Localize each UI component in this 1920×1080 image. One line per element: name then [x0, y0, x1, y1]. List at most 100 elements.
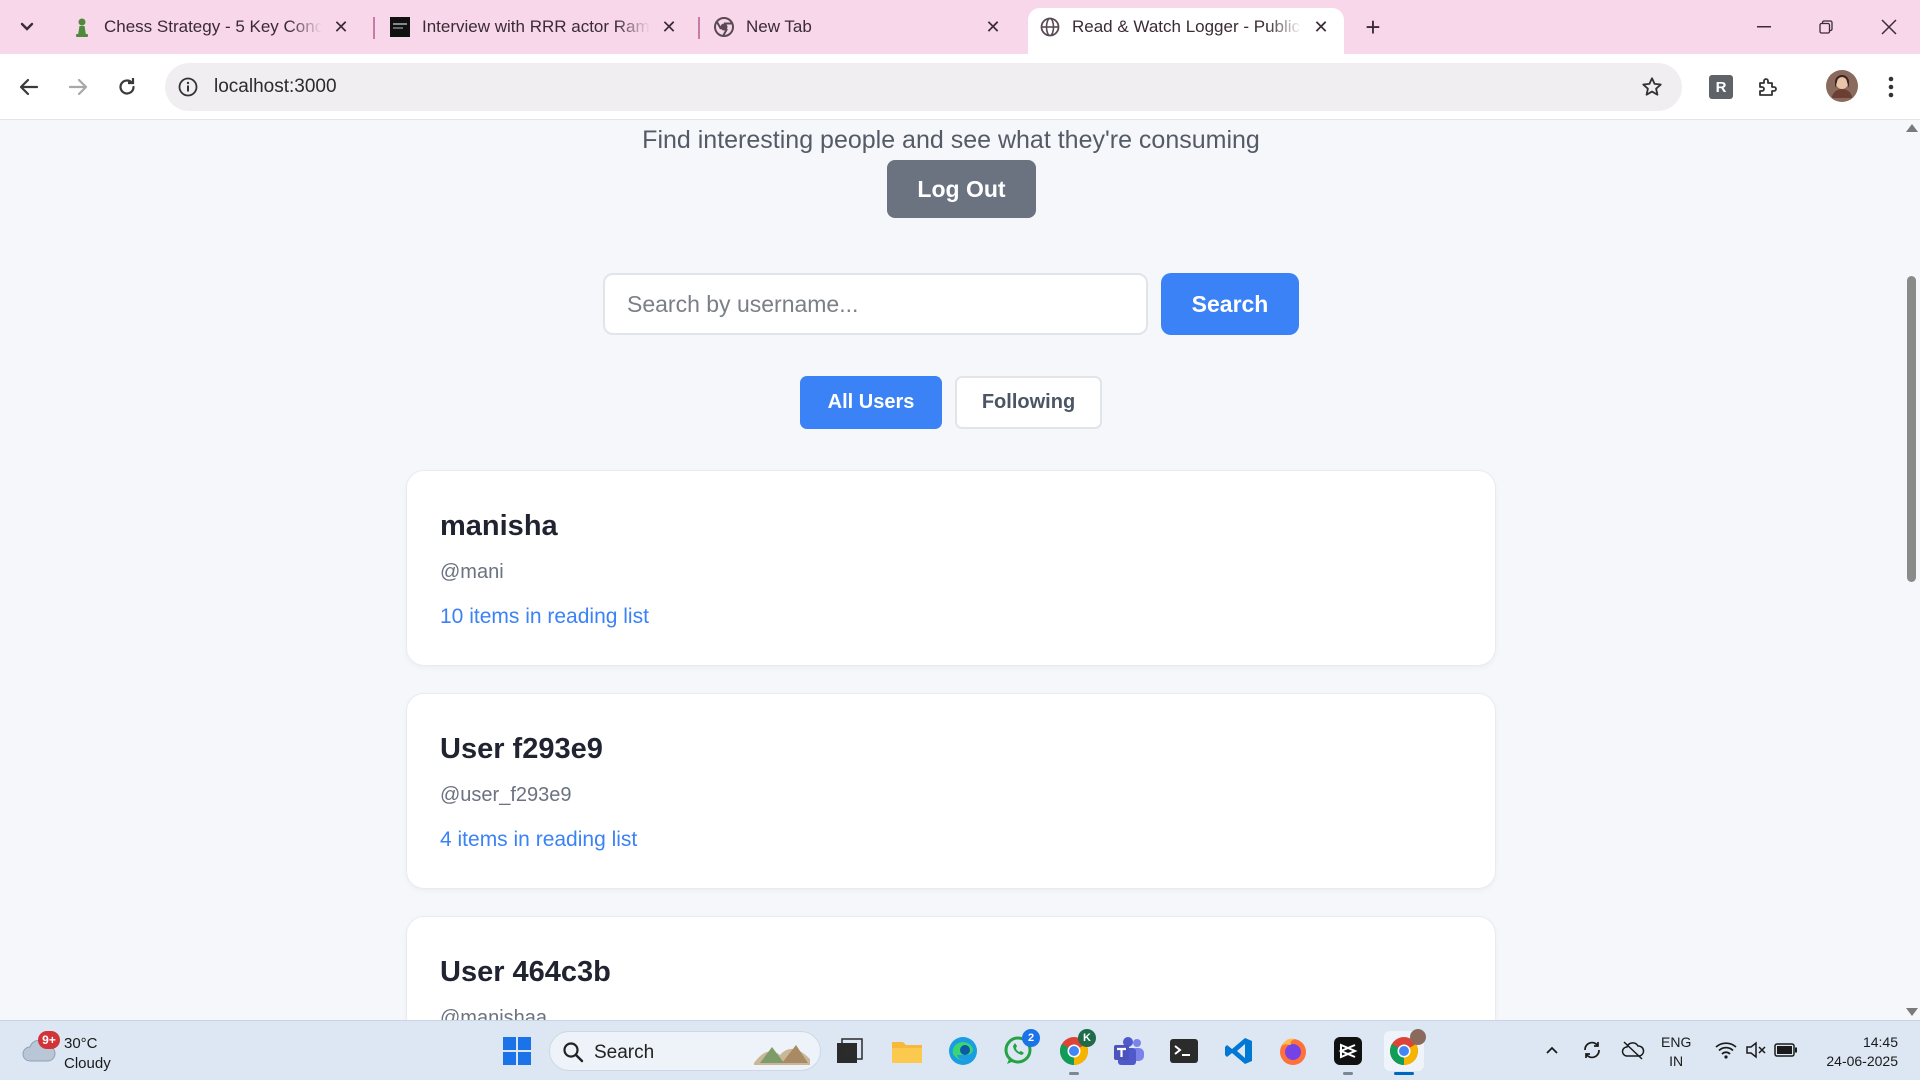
url-text[interactable]: localhost:3000: [214, 76, 337, 98]
folder-icon: [892, 1042, 922, 1063]
weather-widget[interactable]: 9+ 30°C Cloudy: [20, 1029, 130, 1073]
clock-date: 24-06-2025: [1826, 1053, 1898, 1069]
tab-title: Read & Watch Logger - Public Feed: [1072, 17, 1302, 36]
plus-icon: +: [1365, 11, 1381, 42]
weather-temperature: 30°C: [64, 1035, 98, 1052]
tab-following[interactable]: Following: [955, 376, 1102, 429]
scroll-up-arrow-icon[interactable]: [1906, 124, 1918, 132]
start-button[interactable]: [497, 1031, 537, 1071]
taskbar-edge-app[interactable]: [943, 1031, 983, 1071]
scrollbar-thumb[interactable]: [1907, 276, 1916, 582]
bookmark-star-icon[interactable]: [1640, 75, 1664, 99]
taskbar-capcut-app[interactable]: [1328, 1031, 1368, 1075]
taskbar-clock[interactable]: 14:45 24-06-2025: [1812, 1033, 1898, 1071]
taskbar-chrome-profile-app[interactable]: K: [1054, 1029, 1096, 1075]
back-button[interactable]: [11, 69, 47, 105]
unread-count-badge: 2: [1022, 1029, 1040, 1047]
taskbar-whatsapp-app[interactable]: 2: [998, 1029, 1040, 1071]
language-code: ENG: [1661, 1034, 1692, 1050]
extension-r-button[interactable]: R: [1706, 72, 1736, 102]
running-indicator: [1069, 1072, 1079, 1075]
user-name[interactable]: User 464c3b: [440, 956, 611, 989]
battery-icon: [1774, 1043, 1797, 1057]
restore-button[interactable]: [1803, 8, 1849, 46]
terminal-icon: [1170, 1039, 1198, 1063]
reading-list-count[interactable]: 4 items in reading list: [440, 828, 637, 852]
reload-button[interactable]: [109, 69, 145, 105]
close-icon[interactable]: ✕: [1310, 16, 1332, 38]
new-tab-button[interactable]: +: [1357, 11, 1389, 43]
profile-button[interactable]: [1825, 69, 1859, 103]
site-info-icon[interactable]: [176, 75, 200, 99]
address-bar[interactable]: localhost:3000: [165, 63, 1682, 111]
user-name[interactable]: User f293e9: [440, 733, 603, 766]
page-scrollbar[interactable]: [1902, 120, 1920, 1020]
taskbar-search-box[interactable]: Search: [549, 1031, 821, 1071]
sync-tray-icon[interactable]: [1579, 1037, 1605, 1063]
region-code: IN: [1669, 1053, 1684, 1069]
cloud-offline-icon: [1621, 1041, 1645, 1060]
battery-tray-icon[interactable]: [1773, 1037, 1799, 1063]
input-language-indicator[interactable]: ENG IN: [1661, 1033, 1691, 1071]
extensions-button[interactable]: [1753, 72, 1783, 102]
page-subtitle: Find interesting people and see what the…: [642, 126, 1260, 154]
minimize-button[interactable]: [1741, 8, 1787, 46]
running-indicator: [1394, 1072, 1414, 1075]
search-button[interactable]: Search: [1161, 273, 1299, 335]
tab-interview[interactable]: Interview with RRR actor Ram Charan ✕: [380, 8, 690, 46]
wifi-tray-icon[interactable]: [1713, 1037, 1739, 1063]
task-view-icon: [837, 1038, 863, 1063]
search-icon: [563, 1042, 584, 1063]
sync-icon: [1584, 1041, 1600, 1059]
user-card[interactable]: User f293e9 @user_f293e9 4 items in read…: [406, 693, 1496, 889]
teams-icon: [1114, 1037, 1144, 1065]
tab-separator: [698, 17, 700, 39]
chevron-up-icon: [1546, 1046, 1558, 1054]
tab-title: Interview with RRR actor Ram Charan: [422, 17, 650, 36]
avatar: [1826, 70, 1858, 102]
user-name[interactable]: manisha: [440, 510, 558, 543]
taskbar-chrome-app[interactable]: [1384, 1029, 1426, 1075]
chrome-icon: [714, 17, 734, 37]
vscode-icon: [1225, 1038, 1252, 1064]
log-out-button[interactable]: Log Out: [887, 160, 1036, 218]
firefox-icon: [1280, 1038, 1306, 1065]
tab-read-watch-logger[interactable]: Read & Watch Logger - Public Feed ✕: [1028, 8, 1344, 54]
tab-search-button[interactable]: [11, 11, 43, 43]
show-hidden-icons-button[interactable]: [1539, 1037, 1565, 1063]
news-site-icon: [390, 17, 410, 37]
capcut-icon: [1334, 1037, 1362, 1065]
windows-logo-icon: [503, 1037, 531, 1065]
reading-list-count[interactable]: 10 items in reading list: [440, 605, 649, 629]
close-icon[interactable]: ✕: [330, 16, 352, 38]
tab-chess-strategy[interactable]: Chess Strategy - 5 Key Concepts ✕: [62, 8, 362, 46]
taskbar-file-manager-app[interactable]: [830, 1031, 870, 1071]
browser-menu-button[interactable]: [1876, 72, 1906, 102]
arrow-right-icon: [68, 78, 88, 96]
close-icon[interactable]: ✕: [658, 16, 680, 38]
notification-badge: 9+: [38, 1031, 60, 1049]
scroll-down-arrow-icon[interactable]: [1906, 1008, 1918, 1016]
restore-icon: [1819, 20, 1833, 34]
close-icon[interactable]: ✕: [982, 16, 1004, 38]
tab-title: New Tab: [746, 17, 812, 36]
forward-button[interactable]: [60, 69, 96, 105]
browser-tab-strip: Chess Strategy - 5 Key Concepts ✕ Interv…: [0, 0, 1920, 54]
taskbar-teams-app[interactable]: [1109, 1031, 1149, 1071]
taskbar-terminal-app[interactable]: [1164, 1031, 1204, 1071]
taskbar-firefox-app[interactable]: [1273, 1031, 1313, 1071]
taskbar-vscode-app[interactable]: [1219, 1031, 1259, 1071]
onedrive-tray-icon[interactable]: [1620, 1037, 1646, 1063]
volume-tray-icon[interactable]: [1743, 1037, 1769, 1063]
user-handle: @mani: [440, 561, 504, 583]
globe-icon: [1040, 17, 1060, 37]
user-card[interactable]: manisha @mani 10 items in reading list: [406, 470, 1496, 666]
tab-new-tab[interactable]: New Tab ✕: [704, 8, 1014, 46]
username-search-input[interactable]: [603, 273, 1148, 335]
minimize-icon: [1757, 26, 1771, 28]
browser-toolbar: localhost:3000 R: [0, 54, 1920, 120]
close-window-button[interactable]: [1866, 8, 1912, 46]
tab-all-users[interactable]: All Users: [800, 376, 942, 429]
user-card[interactable]: User 464c3b @manishaa: [406, 916, 1496, 1020]
taskbar-file-explorer-app[interactable]: [887, 1031, 927, 1071]
